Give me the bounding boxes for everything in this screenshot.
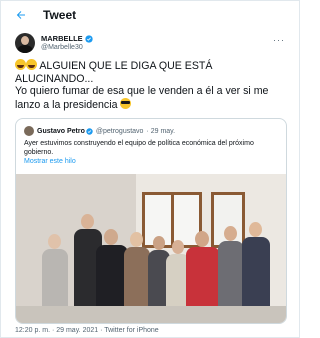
tweet-meta: 12:20 p. m. · 29 may. 2021 · Twitter for… bbox=[15, 327, 159, 334]
quoted-photo[interactable] bbox=[16, 174, 286, 323]
page-title: Tweet bbox=[43, 8, 77, 22]
verified-badge-icon bbox=[85, 34, 93, 43]
quoted-text: Ayer estuvimos construyendo el equipo de… bbox=[24, 140, 254, 156]
tweet-page: Tweet MARBELLE @Marbelle30 ··· ALGUIEN Q… bbox=[0, 0, 300, 338]
author-handle[interactable]: @Marbelle30 bbox=[41, 43, 93, 52]
photo-window bbox=[142, 192, 202, 248]
quoted-author-name: Gustavo Petro bbox=[37, 127, 85, 135]
rofl-emoji-icon bbox=[26, 59, 37, 70]
photo-table bbox=[16, 306, 286, 323]
quoted-author-handle: @petrogustavo bbox=[95, 127, 144, 135]
show-thread-link[interactable]: Mostrar este hilo bbox=[24, 158, 76, 165]
quoted-date: · 29 may. bbox=[146, 127, 176, 135]
sunglasses-emoji-icon bbox=[120, 97, 132, 109]
top-bar: Tweet bbox=[1, 1, 299, 29]
tweet-line-2: Yo quiero fumar de esa que le venden a é… bbox=[15, 85, 269, 111]
quoted-tweet[interactable]: Gustavo Petro @petrogustavo · 29 may. Ay… bbox=[15, 118, 287, 324]
author-name[interactable]: MARBELLE bbox=[41, 34, 83, 43]
tweet-line-1: ALGUIEN QUE LE DIGA QUE ESTÁ ALUCINANDO.… bbox=[15, 60, 213, 85]
back-arrow-icon[interactable] bbox=[13, 7, 29, 23]
author-names: MARBELLE @Marbelle30 bbox=[41, 34, 93, 52]
more-options-icon[interactable]: ··· bbox=[273, 35, 285, 45]
author-block[interactable]: MARBELLE @Marbelle30 bbox=[15, 33, 93, 53]
rofl-emoji-icon bbox=[15, 59, 26, 70]
avatar[interactable] bbox=[15, 33, 35, 53]
verified-badge-icon bbox=[86, 127, 93, 135]
tweet-body: ALGUIEN QUE LE DIGA QUE ESTÁ ALUCINANDO.… bbox=[15, 59, 287, 111]
quoted-author: Gustavo Petro @petrogustavo · 29 may. bbox=[24, 126, 175, 136]
quoted-avatar bbox=[24, 126, 34, 136]
